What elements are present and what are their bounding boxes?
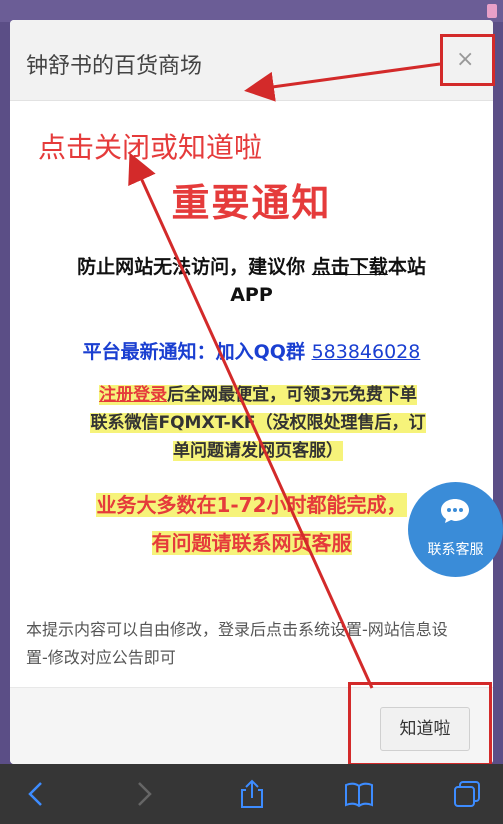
tabs-icon[interactable]: [451, 778, 483, 810]
register-login-link[interactable]: 注册登录: [99, 385, 167, 405]
download-text-pre: 防止网站无法访问，建议你: [77, 256, 312, 278]
download-text-post: 本站: [387, 256, 426, 278]
promo-block: 注册登录后全网最便宜，可领3元免费下单 联系微信FQMXT-KF（没权限处理售后…: [68, 381, 448, 465]
share-icon[interactable]: [236, 778, 268, 810]
forward-icon[interactable]: [128, 778, 160, 810]
button-annotation-box: [348, 682, 492, 766]
qq-prefix: 平台最新通知：加入QQ群: [82, 341, 312, 363]
back-icon[interactable]: [20, 778, 52, 810]
download-text-app: APP: [230, 284, 273, 306]
notice-modal: 钟舒书的百货商场 × 点击关闭或知道啦 重要通知 防止网站无法访问，建议你 点击…: [10, 20, 493, 764]
qq-group-line: 平台最新通知：加入QQ群 583846028: [10, 337, 493, 364]
customer-service-button[interactable]: 联系客服: [408, 482, 503, 577]
notice-title: 重要通知: [171, 181, 332, 225]
download-app-line: 防止网站无法访问，建议你 点击下载本站 APP: [50, 253, 453, 309]
promo-line-2: 联系微信FQMXT-KF（没权限处理售后，订: [90, 413, 426, 433]
service-line-2: 有问题请联系网页客服: [151, 531, 352, 555]
modal-title: 钟舒书的百货商场: [26, 54, 203, 79]
close-hint-text: 点击关闭或知道啦: [38, 131, 263, 164]
promo-line-1: 后全网最便宜，可领3元免费下单: [167, 385, 417, 405]
qq-number-link[interactable]: 583846028: [312, 341, 421, 363]
background-page-strip: [0, 0, 503, 22]
close-annotation-box: [440, 34, 495, 86]
browser-toolbar: [0, 764, 503, 824]
modal-header: 钟舒书的百货商场 ×: [10, 20, 493, 101]
service-line-1: 业务大多数在1-72小时都能完成，: [96, 493, 407, 517]
notice-description: 本提示内容可以自由修改，登录后点击系统设置-网站信息设置-修改对应公告即可: [26, 620, 448, 667]
customer-service-label: 联系客服: [427, 542, 484, 558]
promo-line-3: 单问题请发网页客服）: [173, 441, 343, 461]
chat-bubble-icon: [441, 499, 469, 523]
service-time-block: 业务大多数在1-72小时都能完成， 有问题请联系网页客服: [50, 486, 453, 562]
background-decoration: [487, 4, 497, 18]
download-app-link[interactable]: 点击下载: [312, 256, 388, 278]
bookmarks-icon[interactable]: [343, 778, 375, 810]
